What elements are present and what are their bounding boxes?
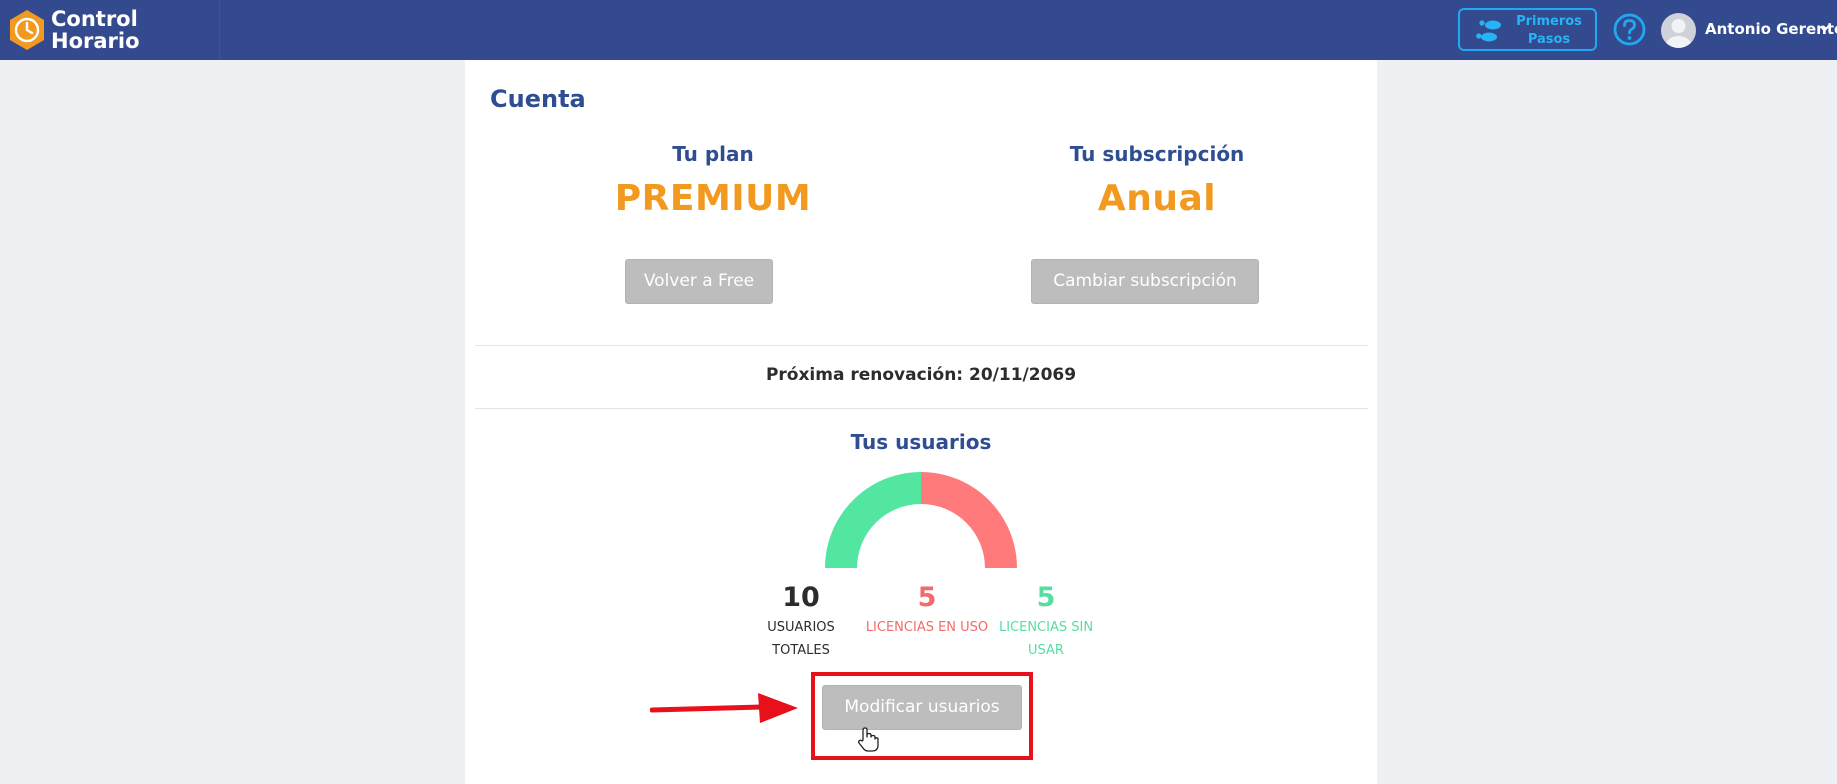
unused-licenses-label-line2: USAR: [1028, 643, 1064, 658]
page-title: Cuenta: [490, 85, 586, 113]
gauge-used-arc: [921, 472, 1017, 568]
top-navbar: Control Horario Primeros Pasos Antonio G…: [0, 0, 1837, 60]
user-silhouette-icon: [1665, 19, 1692, 48]
red-arrow: [650, 693, 798, 723]
plan-value: PREMIUM: [614, 178, 812, 219]
subscription-value: Anual: [1097, 178, 1217, 219]
hand-cursor-icon: [857, 727, 879, 752]
brand-name: Control Horario: [51, 8, 140, 52]
users-gauge: [825, 472, 1017, 568]
footprints-icon: [1476, 20, 1501, 42]
clock-hexagon-icon: [10, 10, 44, 50]
used-licenses-value: 5: [917, 582, 937, 613]
divider: [475, 345, 1368, 346]
total-users-label-line2: TOTALES: [772, 643, 830, 658]
caret-down-icon[interactable]: [1820, 27, 1829, 33]
brand[interactable]: Control Horario: [0, 0, 220, 60]
subscription-title: Tu subscripción: [1069, 142, 1245, 166]
question-circle-icon[interactable]: [1613, 13, 1646, 46]
users-title: Tus usuarios: [850, 430, 992, 454]
first-steps-label: Primeros Pasos: [1516, 13, 1582, 49]
renewal-date: Próxima renovación: 20/11/2069: [765, 365, 1077, 385]
gauge-unused-arc: [825, 472, 921, 568]
total-users-label-line1: USUARIOS: [767, 620, 835, 635]
back-to-free-button[interactable]: Volver a Free: [625, 259, 773, 304]
unused-licenses-label-line1: LICENCIAS SIN: [998, 620, 1094, 635]
plan-title: Tu plan: [672, 142, 754, 166]
divider: [475, 408, 1368, 409]
first-steps-label-line2: Pasos: [1527, 32, 1571, 47]
highlight-box: [811, 672, 1033, 760]
first-steps-button[interactable]: Primeros Pasos: [1458, 8, 1597, 51]
brand-name-line1: Control: [51, 7, 138, 31]
total-users-stat: 10 USUARIOS TOTALES: [755, 580, 847, 662]
brand-name-line2: Horario: [51, 29, 140, 53]
user-menu-name[interactable]: Antonio Gerente: [1705, 20, 1837, 38]
used-licenses-stat: 5 LICENCIAS EN USO: [857, 580, 997, 639]
account-panel: Cuenta Tu plan PREMIUM Volver a Free Tu …: [465, 60, 1377, 784]
total-users-value: 10: [782, 582, 820, 613]
avatar[interactable]: [1661, 13, 1696, 48]
used-licenses-label: LICENCIAS EN USO: [865, 620, 989, 635]
unused-licenses-stat: 5 LICENCIAS SIN USAR: [995, 580, 1097, 662]
change-subscription-button[interactable]: Cambiar subscripción: [1031, 259, 1259, 304]
first-steps-label-line1: Primeros: [1516, 14, 1582, 29]
unused-licenses-value: 5: [1036, 582, 1056, 613]
